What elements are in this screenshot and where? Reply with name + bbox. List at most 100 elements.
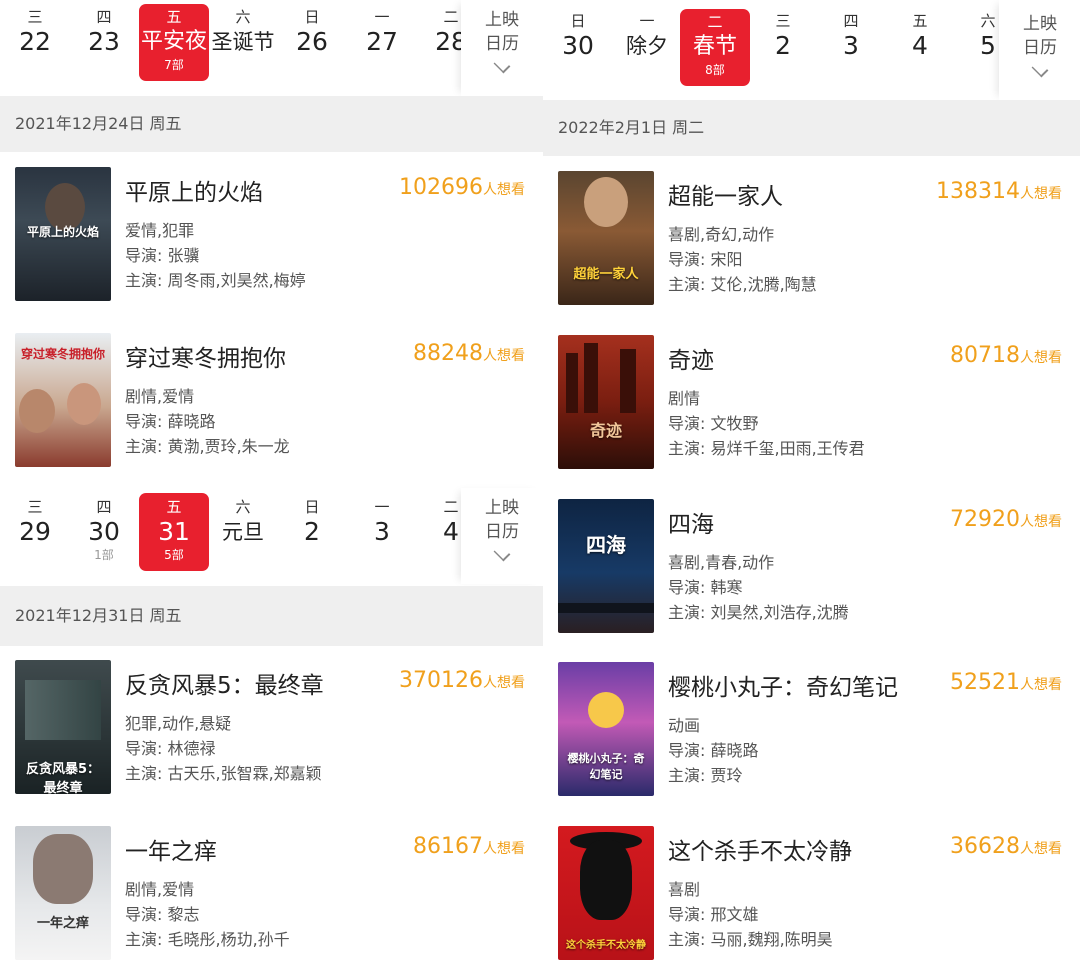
weekday-label: 日: [570, 12, 586, 30]
date-cell[interactable]: 四 3: [816, 12, 886, 62]
release-calendar-button[interactable]: 上映 日历: [461, 488, 543, 584]
movie-director: 导演: 林德禄: [125, 739, 216, 758]
movie-title[interactable]: 一年之痒: [125, 832, 217, 866]
movie-cast: 主演: 艾伦,沈腾,陶慧: [668, 275, 817, 294]
weekday-label: 五: [166, 8, 182, 26]
date-label: 22: [19, 27, 51, 56]
date-cell[interactable]: 一 除夕: [612, 12, 682, 62]
want-suffix: 人想看: [1020, 514, 1062, 530]
movie-director: 导演: 韩寒: [668, 578, 743, 597]
movie-director: 导演: 文牧野: [668, 414, 759, 433]
date-cell[interactable]: 五 4: [885, 12, 955, 62]
date-cell[interactable]: 日 26: [277, 8, 347, 58]
want-to-see-count: 72920人想看: [950, 507, 1062, 532]
movie-title[interactable]: 樱桃小丸子：奇幻笔记: [668, 668, 898, 702]
date-label: 3: [843, 31, 859, 60]
date-cell-selected[interactable]: 五 平安夜 7部: [139, 4, 209, 81]
date-label: 30: [562, 31, 594, 60]
date-strip: 三 29 四 30 1部 五 31 5部 六 元旦 日 2 一 3 二 4 上映…: [0, 488, 543, 584]
movie-item[interactable]: 超能一家人 超能一家人 138314人想看 喜剧,奇幻,动作 导演: 宋阳 主演…: [543, 171, 1080, 321]
movie-count-label: 5部: [164, 548, 184, 562]
movie-poster[interactable]: 奇迹: [558, 335, 654, 469]
movie-cast: 主演: 马丽,魏翔,陈明昊: [668, 930, 833, 949]
want-suffix: 人想看: [483, 348, 525, 364]
date-cell[interactable]: 一 27: [347, 8, 417, 58]
want-suffix: 人想看: [1020, 186, 1062, 202]
calendar-tab-line1: 上映: [485, 498, 519, 518]
poster-title: 四海: [586, 533, 626, 557]
movie-title[interactable]: 反贪风暴5：最终章: [125, 666, 324, 700]
movie-poster[interactable]: 这个杀手不太冷静: [558, 826, 654, 960]
movie-poster[interactable]: 四海: [558, 499, 654, 633]
left-schedule-panel: 三 22 四 23 五 平安夜 7部 六 圣诞节 日 26 一 27 二 28: [0, 0, 543, 969]
date-label: 除夕: [626, 34, 668, 58]
chevron-down-icon: [1031, 60, 1049, 78]
movie-cast: 主演: 易烊千玺,田雨,王传君: [668, 439, 865, 458]
movie-title[interactable]: 四海: [668, 505, 714, 539]
movie-item[interactable]: 四海 四海 72920人想看 喜剧,青春,动作 导演: 韩寒 主演: 刘昊然,刘…: [543, 499, 1080, 649]
date-cell[interactable]: 日 30: [543, 12, 613, 62]
movie-item[interactable]: 一年之痒 一年之痒 86167人想看 剧情,爱情 导演: 黎志 主演: 毛晓彤,…: [0, 826, 543, 969]
poster-title: 平原上的火焰: [26, 225, 99, 239]
date-label: 春节: [692, 34, 737, 59]
movie-poster[interactable]: 一年之痒: [15, 826, 111, 960]
want-suffix: 人想看: [483, 841, 525, 857]
movie-item[interactable]: 樱桃小丸子：奇幻笔记 樱桃小丸子：奇幻笔记 52521人想看 动画 导演: 薛晓…: [543, 662, 1080, 812]
movie-poster[interactable]: 反贪风暴5：最终章: [15, 660, 111, 794]
poster-title: 反贪风暴5：最终章: [25, 762, 101, 794]
right-schedule-panel: 日 30 一 除夕 二 春节 8部 三 2 四 3 五 4 六 5 上映 日历 …: [543, 0, 1080, 969]
date-label: 平安夜: [140, 29, 207, 54]
movie-title[interactable]: 奇迹: [668, 341, 714, 375]
weekday-label: 日: [304, 8, 320, 26]
movie-genre: 剧情,爱情: [125, 387, 195, 406]
movie-item[interactable]: 反贪风暴5：最终章 反贪风暴5：最终章 370126人想看 犯罪,动作,悬疑 导…: [0, 660, 543, 810]
date-label: 圣诞节: [211, 30, 275, 54]
movie-poster[interactable]: 超能一家人: [558, 171, 654, 305]
date-cell-selected[interactable]: 五 31 5部: [139, 493, 209, 571]
movie-count-label: 7部: [164, 58, 184, 72]
movie-poster[interactable]: 樱桃小丸子：奇幻笔记: [558, 662, 654, 796]
movie-count-label: 1部: [94, 548, 114, 562]
date-cell[interactable]: 六 元旦: [208, 498, 278, 548]
date-cell[interactable]: 日 2: [277, 498, 347, 548]
want-number: 370126: [399, 668, 483, 693]
date-label: 31: [158, 517, 190, 546]
date-cell[interactable]: 四 30 1部: [69, 498, 139, 563]
movie-title[interactable]: 这个杀手不太冷静: [668, 832, 852, 866]
movie-title[interactable]: 平原上的火焰: [125, 173, 263, 207]
movie-item[interactable]: 穿过寒冬拥抱你 穿过寒冬拥抱你 88248人想看 剧情,爱情 导演: 薛晓路 主…: [0, 333, 543, 483]
date-cell[interactable]: 三 2: [748, 12, 818, 62]
movie-genre: 剧情: [668, 389, 701, 408]
calendar-tab-line2: 日历: [485, 522, 519, 542]
date-label: 2: [775, 31, 791, 60]
movie-poster[interactable]: 穿过寒冬拥抱你: [15, 333, 111, 467]
date-cell[interactable]: 四 23: [69, 8, 139, 58]
want-suffix: 人想看: [1020, 841, 1062, 857]
release-calendar-button[interactable]: 上映 日历: [999, 0, 1080, 100]
date-label: 元旦: [222, 520, 264, 544]
movie-title[interactable]: 穿过寒冬拥抱你: [125, 339, 286, 373]
date-cell[interactable]: 三 29: [0, 498, 70, 548]
movie-poster[interactable]: 平原上的火焰: [15, 167, 111, 301]
movie-item[interactable]: 这个杀手不太冷静 这个杀手不太冷静 36628人想看 喜剧 导演: 邢文雄 主演…: [543, 826, 1080, 969]
date-cell[interactable]: 六 圣诞节: [208, 8, 278, 58]
date-label: 29: [19, 517, 51, 546]
release-calendar-button[interactable]: 上映 日历: [461, 0, 543, 96]
movie-genre: 喜剧,奇幻,动作: [668, 225, 775, 244]
chevron-down-icon: [493, 544, 511, 562]
want-to-see-count: 52521人想看: [950, 670, 1062, 695]
want-to-see-count: 80718人想看: [950, 343, 1062, 368]
want-number: 72920: [950, 507, 1020, 532]
weekday-label: 三: [27, 498, 43, 516]
movie-title[interactable]: 超能一家人: [668, 177, 783, 211]
date-cell[interactable]: 三 22: [0, 8, 70, 58]
movie-genre: 爱情,犯罪: [125, 221, 195, 240]
date-cell-selected[interactable]: 二 春节 8部: [680, 9, 750, 86]
calendar-tab-line1: 上映: [485, 10, 519, 30]
weekday-label: 日: [304, 498, 320, 516]
date-label: 26: [296, 27, 328, 56]
date-cell[interactable]: 一 3: [347, 498, 417, 548]
date-label: 30: [88, 517, 120, 546]
movie-item[interactable]: 平原上的火焰 平原上的火焰 102696人想看 爱情,犯罪 导演: 张骥 主演:…: [0, 167, 543, 317]
movie-item[interactable]: 奇迹 奇迹 80718人想看 剧情 导演: 文牧野 主演: 易烊千玺,田雨,王传…: [543, 335, 1080, 485]
